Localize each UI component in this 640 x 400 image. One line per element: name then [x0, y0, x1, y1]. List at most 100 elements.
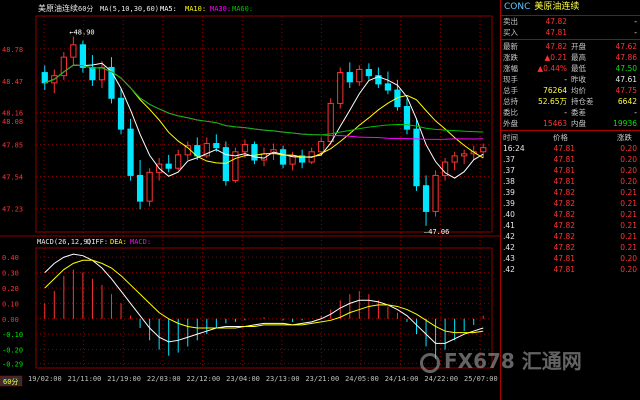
tick-row[interactable]: .38 47.81 0.20	[501, 176, 640, 187]
tick-time: .42	[503, 243, 515, 252]
stat-value: 19936	[613, 119, 637, 128]
candle-body	[127, 128, 134, 176]
stat-value: 47.62	[615, 42, 637, 51]
time-tick-label: 22/03:00	[147, 375, 181, 383]
stat-label: 总手	[503, 86, 518, 95]
dea-label: DEA:	[110, 238, 127, 246]
stat-label: 现手	[503, 75, 518, 84]
bid-price: 47.81	[545, 28, 567, 37]
stat-value: 47.61	[615, 75, 637, 84]
tick-row[interactable]: .41 47.82 0.21	[501, 220, 640, 231]
candle-body	[318, 140, 325, 153]
candle-body	[432, 174, 439, 212]
tick-time: .37	[503, 155, 515, 164]
tick-price: 47.81	[553, 177, 575, 186]
price-tick-label: 47.23	[2, 205, 23, 213]
stat-label: 外盘	[503, 119, 518, 128]
ask-volume: -	[634, 17, 637, 26]
tick-row[interactable]: .37 47.81 0.20	[501, 165, 640, 176]
time-tick-label: 24/14:00	[385, 375, 419, 383]
candlestick-layer	[41, 36, 487, 226]
macd-tick-label: 0.10	[2, 300, 19, 308]
tick-price: 47.82	[553, 221, 575, 230]
tick-change: 0.21	[620, 188, 637, 197]
macd-tick-label: -0.29	[2, 360, 23, 368]
tick-row[interactable]: .40 47.82 0.21	[501, 209, 640, 220]
tick-row[interactable]: .37 47.81 0.20	[501, 154, 640, 165]
tick-change: 0.20	[620, 166, 637, 175]
candle-body	[451, 155, 458, 163]
candle-body	[89, 66, 96, 81]
tick-price: 47.81	[553, 265, 575, 274]
high-price-label: ←48.90	[69, 29, 94, 37]
candle-body	[41, 72, 48, 84]
time-tick-label: 19/02:00	[28, 375, 62, 383]
ma5-label: MA5:	[160, 5, 177, 13]
watermark: FX678 汇通网	[420, 345, 582, 374]
dea-line	[44, 259, 484, 334]
tick-list[interactable]: 16:24 47.81 0.20.37 47.81 0.20.37 47.81 0.20.3…	[501, 143, 640, 275]
chart-canvas[interactable]: 48.08 48.78 48.47 48.16 47.85 47.54 47.23 0.40 0…	[0, 0, 500, 400]
ask-row: 卖出 47.82 -	[501, 16, 640, 27]
watermark-text: FX678 汇通网	[444, 349, 582, 373]
stat-label: 内盘	[571, 119, 586, 128]
stat-label: 委比	[503, 108, 518, 117]
tick-header: 时间 价格 涨跌	[501, 132, 640, 143]
quote-header: CONC 美原油连续	[501, 0, 640, 16]
symbol-name: 美原油连续	[534, 2, 580, 12]
tick-row[interactable]: .39 47.82 0.21	[501, 198, 640, 209]
tick-header-price: 价格	[553, 133, 568, 142]
candle-body	[461, 153, 468, 157]
stats-row: 最新 47.82 开盘 47.62	[501, 41, 640, 52]
stat-label: 持仓差	[571, 97, 594, 106]
tick-row[interactable]: 16:24 47.81 0.20	[501, 143, 640, 154]
stats-table: 最新 47.82 开盘 47.62 涨跌 ▲0.21 最高 47.86 涨幅 ▲0.44% 最低 47…	[501, 41, 640, 129]
period-button-label: 60分	[3, 377, 18, 386]
macd-tick-label: -0.20	[2, 347, 23, 355]
tick-row[interactable]: .42 47.82 0.21	[501, 231, 640, 242]
tick-time: .42	[503, 232, 515, 241]
price-tick-label: 48.47	[2, 78, 23, 86]
price-tick-label: 48.16	[2, 110, 23, 118]
macd-layer	[44, 253, 484, 359]
bid-label: 买入	[503, 28, 518, 37]
stat-value: 76264	[543, 86, 567, 95]
stats-row: 涨跌 ▲0.21 最高 47.86	[501, 52, 640, 63]
stats-row: 现手 - 昨收 47.61	[501, 74, 640, 85]
tick-price: 47.82	[553, 243, 575, 252]
tick-header-time: 时间	[503, 133, 518, 142]
macd-indicator-label: MACD(26,12,9)	[37, 238, 92, 246]
kline-chart-area[interactable]: 48.08 48.78 48.47 48.16 47.85 47.54 47.23 0.40 0…	[0, 0, 500, 400]
tick-price: 47.81	[553, 144, 575, 153]
time-tick-label: 21/11:00	[68, 375, 102, 383]
stat-label: 最新	[503, 42, 518, 51]
stat-value: -	[634, 108, 637, 117]
time-tick-label: 24/22:00	[424, 375, 458, 383]
ma60-label: MA60:	[232, 5, 253, 13]
stat-value: ▲0.21	[544, 53, 567, 62]
ma-label: MA(5,10,30,60)	[100, 5, 159, 13]
stat-label: 昨收	[571, 75, 586, 84]
stat-label: 最低	[571, 64, 586, 73]
tick-price: 47.82	[553, 210, 575, 219]
macd-tick-label: -0.10	[2, 331, 23, 339]
time-tick-label: 23/21:00	[305, 375, 339, 383]
stat-label: 涨跌	[503, 53, 518, 62]
tick-row[interactable]: .42 47.82 0.21	[501, 242, 640, 253]
tick-change: 0.20	[620, 265, 637, 274]
tick-time: .42	[503, 265, 515, 274]
tick-row[interactable]: .42 47.81 0.20	[501, 264, 640, 275]
candle-body	[98, 66, 106, 81]
ask-price: 47.82	[545, 17, 567, 26]
candle-body	[146, 171, 153, 202]
tick-row[interactable]: .39 47.82 0.21	[501, 187, 640, 198]
candle-body	[79, 44, 87, 68]
stat-label: 涨幅	[503, 64, 518, 73]
tick-change: 0.20	[620, 177, 637, 186]
candle-body	[480, 147, 487, 153]
tick-change: 0.21	[620, 232, 637, 241]
tick-row[interactable]: .43 47.81 0.20	[501, 253, 640, 264]
candle-body	[165, 163, 172, 169]
tick-change: 0.21	[620, 243, 637, 252]
ask-label: 卖出	[503, 17, 518, 26]
